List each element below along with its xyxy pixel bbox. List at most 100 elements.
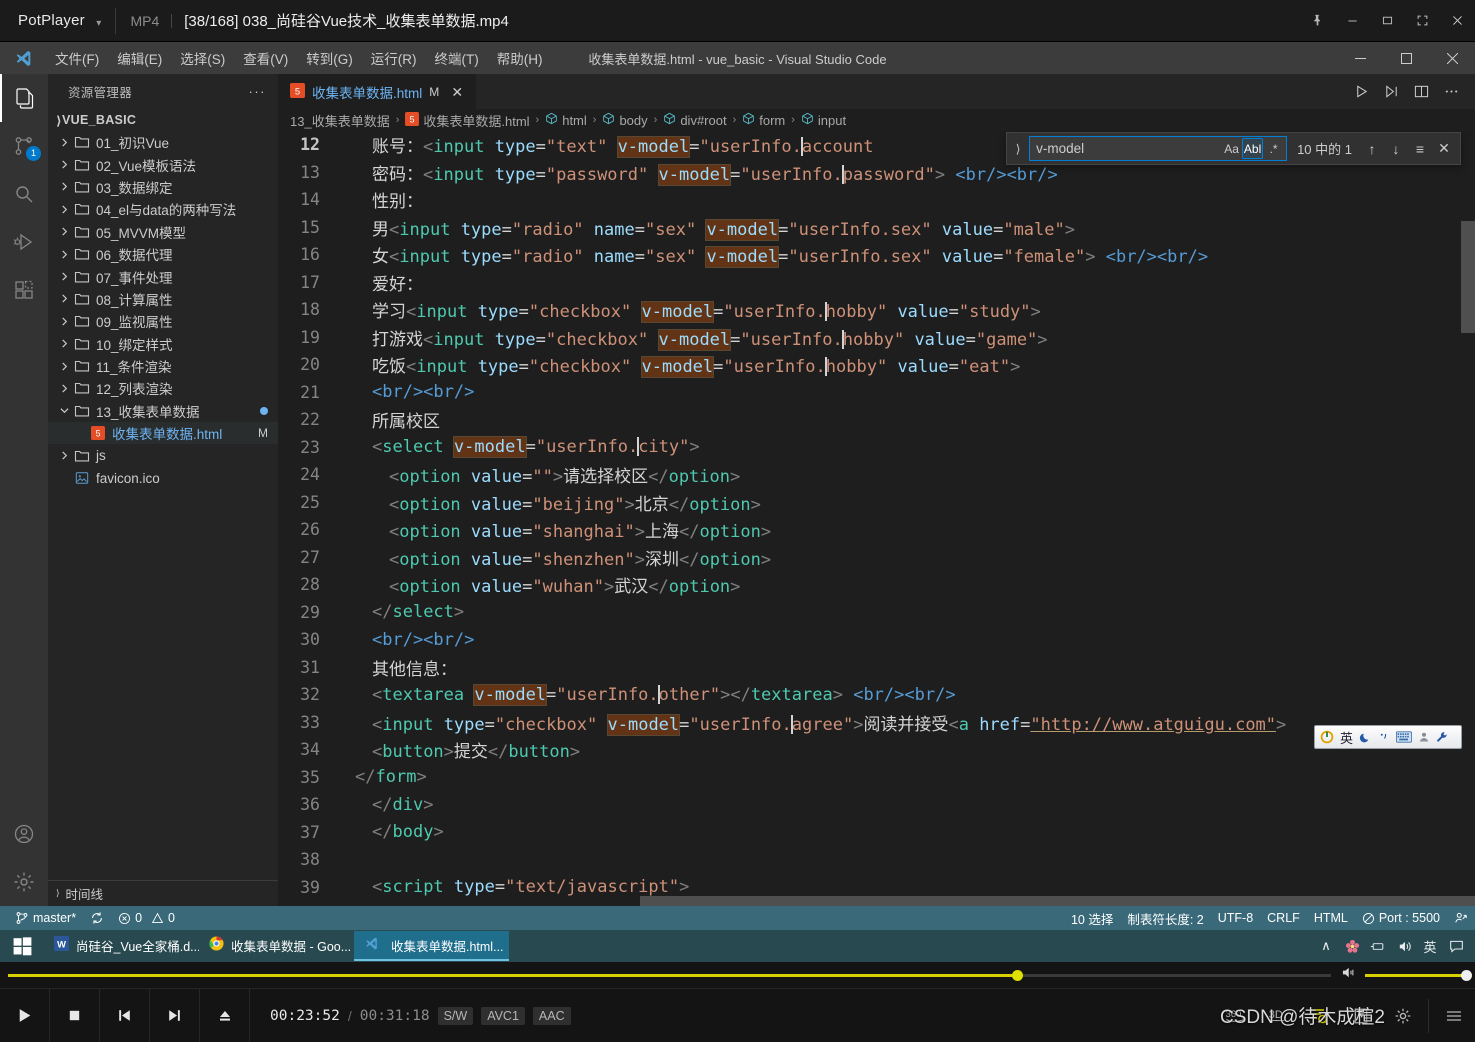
activitybar-source-control[interactable]: 1 [0,122,48,170]
breadcrumb-segment[interactable]: 5 收集表单数据.html [405,111,530,130]
sidebar-root-folder[interactable]: ⟩ VUE_BASIC [48,109,278,131]
tree-folder[interactable]: 07_事件处理 [48,265,278,287]
split-editor-icon[interactable] [1407,78,1435,106]
code-line[interactable]: 34 <button>提交</button> [278,736,1475,764]
status-branch[interactable]: master* [8,906,83,930]
settings-button[interactable] [1382,989,1424,1042]
menu-run[interactable]: 运行(R) [362,44,426,72]
chevron-down-icon[interactable]: ▾ [96,18,101,29]
flower-icon[interactable] [1339,930,1365,962]
seek-handle[interactable] [1012,969,1024,981]
breadcrumb-segment[interactable]: div#root [663,112,727,128]
whole-word-button[interactable]: Abl [1242,138,1264,159]
code-line[interactable]: 36 </div> [278,791,1475,819]
chevron-up-icon[interactable]: ∧ [1313,930,1339,962]
code-line[interactable]: 17 爱好： [278,269,1475,297]
code-line[interactable]: 29 </select> [278,599,1475,627]
code-line[interactable]: 16 女<input type="radio" name="sex" v-mode… [278,241,1475,269]
tree-folder[interactable]: js [48,444,278,466]
code-line[interactable]: 32 <textarea v-model="userInfo.other"></t… [278,681,1475,709]
split-run-icon[interactable] [1377,78,1405,106]
code-line[interactable]: 18 学习<input type="checkbox" v-model="user… [278,296,1475,324]
pin-icon[interactable] [1300,0,1335,42]
punctuation-icon[interactable] [1378,731,1390,743]
scrollbar-thumb[interactable] [640,896,1475,906]
code-line[interactable]: 20 吃饭<input type="checkbox" v-model="user… [278,351,1475,379]
code-line[interactable]: 37 </body> [278,819,1475,847]
status-language[interactable]: HTML [1307,906,1355,930]
menu-view[interactable]: 查看(V) [234,44,297,72]
menu-selection[interactable]: 选择(S) [171,44,234,72]
power-icon[interactable] [1320,730,1334,744]
tree-folder[interactable]: 08_计算属性 [48,288,278,310]
start-button[interactable] [0,930,44,962]
find-input-wrap[interactable]: v-model Aa Abl .* [1029,136,1288,161]
tree-file[interactable]: favicon.ico [48,467,278,489]
menu-file[interactable]: 文件(F) [46,44,108,72]
menu-button[interactable] [1433,989,1475,1042]
activitybar-settings[interactable] [0,858,48,906]
menu-edit[interactable]: 编辑(E) [108,44,171,72]
wrench-icon[interactable] [1436,731,1448,743]
previous-button[interactable] [100,988,150,1042]
maximize-icon[interactable] [1370,0,1405,42]
code-line[interactable]: 14 性别： [278,186,1475,214]
find-input[interactable]: v-model [1036,141,1221,156]
stop-button[interactable] [50,988,100,1042]
toggle-replace-icon[interactable]: ⟩ [1007,142,1029,156]
run-icon[interactable] [1347,78,1375,106]
usb-icon[interactable] [1365,930,1391,962]
close-icon[interactable] [1440,0,1475,42]
status-problems[interactable]: 0 0 [111,906,182,930]
activitybar-explorer[interactable] [0,74,48,122]
volume-icon[interactable] [1391,930,1417,962]
vscode-restore-icon[interactable] [1383,42,1429,74]
code-line[interactable]: 24 <option value="">请选择校区</option> [278,461,1475,489]
tree-folder[interactable]: 12_列表渲染 [48,377,278,399]
keyboard-icon[interactable] [1396,731,1413,743]
close-icon[interactable]: ✕ [448,84,466,101]
code-line[interactable]: 30 <br/><br/> [278,626,1475,654]
play-button[interactable] [0,988,50,1042]
code-line[interactable]: 26 <option value="shanghai">上海</option> [278,516,1475,544]
tree-folder[interactable]: 02_Vue模板语法 [48,153,278,175]
code-line[interactable]: 31 其他信息： [278,654,1475,682]
menu-help[interactable]: 帮助(H) [488,44,552,72]
regex-button[interactable]: .* [1263,138,1284,159]
sidebar-timeline[interactable]: ⟩ 时间线 [48,880,278,906]
status-sync[interactable] [83,906,111,930]
code-line[interactable]: 19 打游戏<input type="checkbox" v-model="use… [278,324,1475,352]
next-match-icon[interactable]: ↓ [1384,137,1408,161]
activitybar-accounts[interactable] [0,810,48,858]
code-line[interactable]: 23 <select v-model="userInfo.city"> [278,434,1475,462]
vscode-close-icon[interactable] [1429,42,1475,74]
seek-bar[interactable] [8,964,1331,986]
status-feedback[interactable] [1447,906,1475,930]
code-line[interactable]: 21 <br/><br/> [278,379,1475,407]
volume-track[interactable] [1365,969,1472,981]
match-case-button[interactable]: Aa [1221,138,1242,159]
editor-horizontal-scrollbar[interactable] [340,896,1475,906]
breadcrumb-segment[interactable]: body [602,112,648,128]
ime-icon[interactable]: 英 [1417,930,1443,962]
status-eol[interactable]: CRLF [1260,906,1307,930]
taskbar-item-chrome[interactable]: 收集表单数据 - Goo... [199,931,354,961]
code-line[interactable]: 38 [278,846,1475,874]
tree-file[interactable]: 5 收集表单数据.html M [48,422,278,445]
potplayer-brand[interactable]: PotPlayer ▾ [0,12,101,29]
status-live-server-port[interactable]: Port : 5500 [1355,906,1447,930]
breadcrumb-segment[interactable]: html [545,112,587,128]
menu-terminal[interactable]: 终端(T) [426,44,488,72]
vscode-minimize-icon[interactable] [1337,42,1383,74]
tree-folder[interactable]: 11_条件渲染 [48,355,278,377]
tab-collect-form-data[interactable]: 5 收集表单数据.html M ✕ [278,74,478,109]
breadcrumb-segment[interactable]: input [801,112,846,128]
more-icon[interactable] [1437,78,1465,106]
scrollbar-thumb[interactable] [1461,221,1475,333]
tree-folder[interactable]: 13_收集表单数据 [48,400,278,422]
code-line[interactable]: 27 <option value="shenzhen">深圳</option> [278,544,1475,572]
breadcrumb-segment[interactable]: form [742,112,785,128]
code-line[interactable]: 33 <input type="checkbox" v-model="userIn… [278,709,1475,737]
more-actions-icon[interactable]: ··· [249,84,267,99]
eject-button[interactable] [200,988,250,1042]
